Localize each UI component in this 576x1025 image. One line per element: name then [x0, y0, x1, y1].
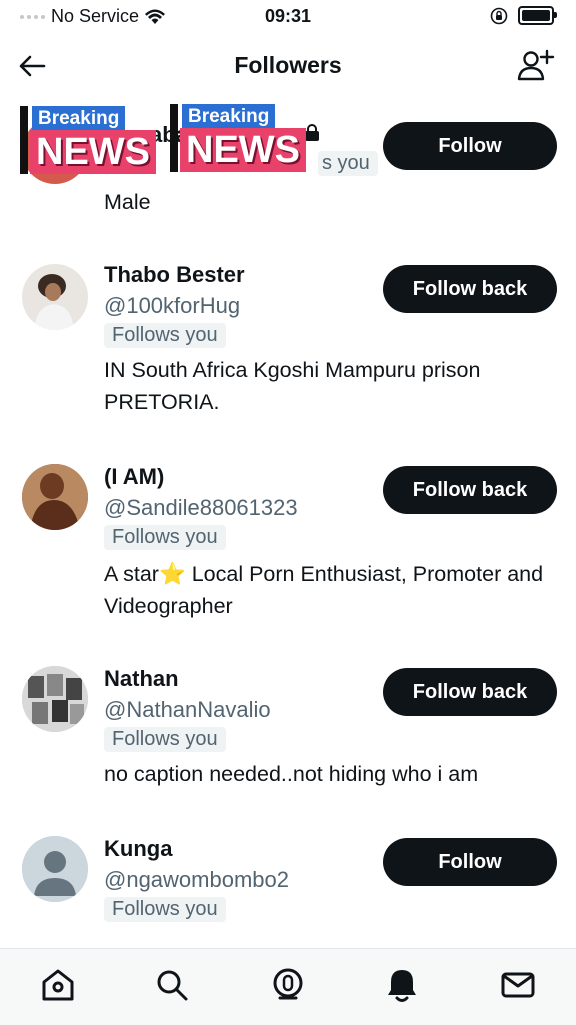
- user-bio: no caption needed..not hiding who i am: [104, 762, 479, 786]
- add-user-icon[interactable]: [516, 46, 556, 86]
- sticker-top-text: Breaking: [182, 104, 276, 130]
- avatar-image: [22, 464, 88, 530]
- list-item[interactable]: Thabo Bester @100kforHug Follows you IN …: [0, 250, 576, 430]
- status-right: [490, 6, 557, 25]
- orientation-lock-icon: [490, 7, 508, 24]
- breaking-news-sticker: Breaking NEWS: [20, 106, 168, 174]
- follow-button[interactable]: Follow: [383, 838, 557, 886]
- avatar: [22, 666, 88, 732]
- messages-icon[interactable]: [498, 965, 538, 1005]
- page-title: Followers: [234, 52, 342, 78]
- user-name: Thabo Bester: [104, 262, 245, 287]
- list-item[interactable]: (I AM) @Sandile88061323 Follows you A st…: [0, 452, 576, 632]
- follow-back-button[interactable]: Follow back: [383, 265, 557, 313]
- avatar-image: [34, 274, 74, 330]
- avatar: [22, 464, 88, 530]
- sticker-bottom-text: NEWS: [180, 128, 306, 172]
- list-item[interactable]: abal s you Male Breaking NEWS Breaking N…: [0, 98, 576, 228]
- sticker-bar: [20, 106, 28, 174]
- breaking-news-sticker: Breaking NEWS: [170, 104, 318, 172]
- follows-you-badge: Follows you: [104, 323, 226, 348]
- user-name: Kunga: [104, 836, 173, 861]
- avatar: [22, 836, 88, 902]
- follow-button[interactable]: Follow: [383, 122, 557, 170]
- sticker-top-text: Breaking: [32, 106, 126, 132]
- battery-icon: [518, 6, 557, 25]
- follows-you-badge: Follows you: [104, 727, 226, 752]
- avatar: [22, 264, 88, 330]
- user-handle: @ngawombombo2: [104, 867, 289, 892]
- list-item[interactable]: Nathan @NathanNavalio Follows you no cap…: [0, 654, 576, 804]
- user-bio: A star⭐️ Local Porn Enthusiast, Promoter…: [104, 562, 544, 618]
- avatar-image: [22, 666, 88, 732]
- search-icon[interactable]: [152, 965, 192, 1005]
- user-handle: @100kforHug: [104, 293, 241, 318]
- user-handle: @NathanNavalio: [104, 697, 271, 722]
- follows-you-badge: s you: [318, 151, 378, 176]
- nav-bar: Followers: [0, 34, 576, 98]
- user-name: Nathan: [104, 666, 179, 691]
- spaces-icon[interactable]: [268, 965, 308, 1005]
- status-bar: No Service 09:31: [0, 0, 576, 34]
- notifications-icon[interactable]: [382, 965, 422, 1005]
- user-bio: Male: [104, 190, 151, 214]
- list-item[interactable]: Kunga @ngawombombo2 Follows you Follow: [0, 824, 576, 944]
- home-icon[interactable]: [38, 965, 78, 1005]
- tab-bar: [0, 948, 576, 1025]
- sticker-bar: [170, 104, 178, 172]
- user-bio: IN South Africa Kgoshi Mampuru prison PR…: [104, 358, 481, 414]
- follows-you-badge: Follows you: [104, 897, 226, 922]
- user-handle: @Sandile88061323: [104, 495, 298, 520]
- sticker-bottom-text: NEWS: [30, 130, 156, 174]
- default-avatar-icon: [22, 836, 88, 902]
- follows-you-badge: Follows you: [104, 525, 226, 550]
- user-name: (I AM): [104, 464, 165, 489]
- follow-back-button[interactable]: Follow back: [383, 668, 557, 716]
- follow-back-button[interactable]: Follow back: [383, 466, 557, 514]
